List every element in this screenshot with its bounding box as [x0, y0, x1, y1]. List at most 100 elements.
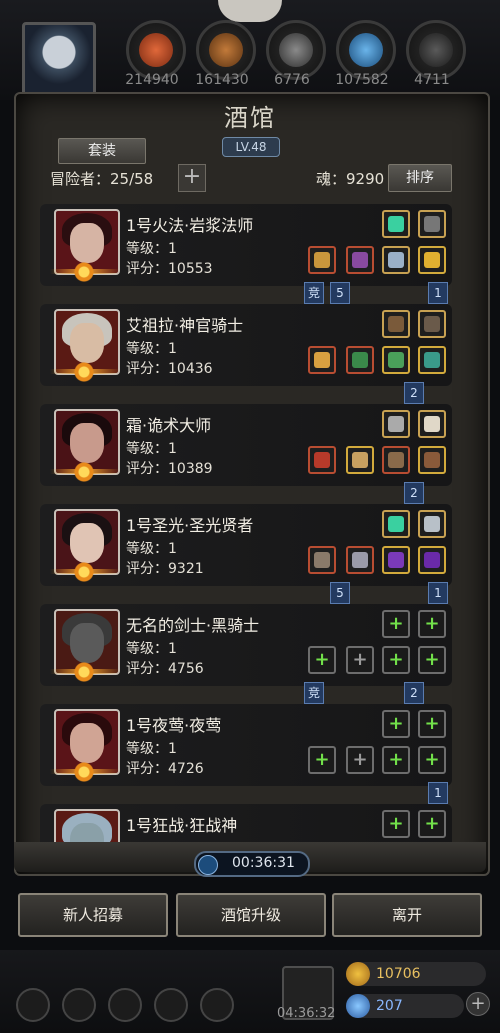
hammer-icon[interactable]: [308, 346, 336, 374]
add-equipment-button[interactable]: +: [418, 810, 446, 838]
add-equipment-button[interactable]: +: [382, 646, 410, 674]
green-armor-icon[interactable]: [346, 346, 374, 374]
green-gauntlet-icon[interactable]: [382, 346, 410, 374]
halberd-icon[interactable]: [308, 546, 336, 574]
locked-slot-icon[interactable]: +: [346, 646, 374, 674]
flame-resource-icon[interactable]: [126, 20, 186, 80]
dagger-icon[interactable]: [382, 246, 410, 274]
rank-star-icon: [72, 762, 96, 782]
hero-score: 评分：4756: [126, 661, 204, 677]
add-adventurer-button[interactable]: +: [178, 164, 206, 192]
hero-name: 无名的剑士·黑骑士: [126, 616, 260, 635]
hero-name: 1号夜莺·夜莺: [126, 716, 222, 735]
hero-card[interactable]: 艾祖拉·神官骑士 等级：1 评分：10436: [40, 304, 452, 386]
hero-card[interactable]: 1号夜莺·夜莺 等级：1 评分：4726 + + + + + +: [40, 704, 452, 786]
flame-resource-value: 214940: [125, 72, 179, 88]
add-equipment-button[interactable]: +: [418, 646, 446, 674]
panel-title: 酒馆: [224, 104, 276, 132]
menu-icon[interactable]: [154, 988, 188, 1022]
blade-icon[interactable]: [418, 510, 446, 538]
sort-button[interactable]: 排序: [388, 164, 452, 192]
leave-button[interactable]: 离开: [332, 893, 482, 937]
spike-amulet-icon[interactable]: [382, 410, 410, 438]
crystal-resource-icon[interactable]: [336, 20, 396, 80]
hero-list[interactable]: 1号火法·岩浆法师 等级：1 评分：10553 竞 5 1 艾祖拉·神官骑士 等…: [40, 204, 458, 844]
wood-resource-value: 161430: [195, 72, 249, 88]
steel-armor-icon[interactable]: [346, 546, 374, 574]
staff-icon[interactable]: [308, 246, 336, 274]
add-equipment-button[interactable]: +: [382, 610, 410, 638]
stone-resource-value: 4711: [414, 72, 450, 88]
set-button[interactable]: 套装: [58, 138, 146, 164]
count-tag: 5: [330, 582, 350, 604]
purple-eye-icon[interactable]: [382, 546, 410, 574]
hero-card[interactable]: 霜·诡术大师 等级：1 评分：10389: [40, 404, 452, 486]
add-equipment-button[interactable]: +: [382, 746, 410, 774]
hero-card[interactable]: 1号火法·岩浆法师 等级：1 评分：10553: [40, 204, 452, 286]
gold-coin-icon: [346, 962, 370, 986]
menu-icon[interactable]: [200, 988, 234, 1022]
skull-armor-icon[interactable]: [418, 210, 446, 238]
jade-ring-icon[interactable]: [382, 210, 410, 238]
bracelet-icon[interactable]: [418, 246, 446, 274]
upgrade-tavern-button[interactable]: 酒馆升级: [176, 893, 326, 937]
chest-timer: 04:36:32: [277, 1006, 336, 1021]
hero-card[interactable]: 无名的剑士·黑骑士 等级：1 评分：4756 + + + + + +: [40, 604, 452, 686]
hero-level: 等级：1: [126, 341, 177, 357]
rank-star-icon: [72, 562, 96, 582]
adventurer-count: 冒险者：25/58: [50, 170, 154, 188]
hero-score: 评分：4726: [126, 761, 204, 777]
timer-text: 00:36:31: [232, 855, 295, 871]
rank-star-icon: [72, 662, 96, 682]
clock-icon: [198, 855, 218, 875]
add-equipment-button[interactable]: +: [382, 710, 410, 738]
hero-level: 等级：1: [126, 641, 177, 657]
gem-amount: 207: [376, 998, 403, 1014]
mask-icon[interactable]: [346, 446, 374, 474]
iron-resource-icon[interactable]: [266, 20, 326, 80]
jade-ring-icon[interactable]: [382, 510, 410, 538]
hero-level: 等级：1: [126, 541, 177, 557]
hero-card[interactable]: 1号圣光·圣光贤者 等级：1 评分：9321: [40, 504, 452, 586]
add-equipment-button[interactable]: +: [418, 610, 446, 638]
hero-score: 评分：9321: [126, 561, 204, 577]
stone-resource-icon[interactable]: [406, 20, 466, 80]
compete-tag: 竞: [304, 282, 324, 304]
add-currency-button[interactable]: +: [466, 992, 490, 1016]
fang-icon[interactable]: [418, 410, 446, 438]
hero-avatar: [54, 809, 120, 844]
gold-display: 10706: [346, 962, 486, 986]
purple-gem-icon[interactable]: [418, 546, 446, 574]
hero-level: 等级：1: [126, 441, 177, 457]
add-equipment-button[interactable]: +: [418, 746, 446, 774]
wood-resource-icon[interactable]: [196, 20, 256, 80]
hero-score: 评分：10389: [126, 461, 213, 477]
add-weapon-button[interactable]: +: [308, 746, 336, 774]
rank-star-icon: [72, 262, 96, 282]
soul-count: 魂：9290: [316, 170, 385, 188]
whip-icon[interactable]: [418, 310, 446, 338]
hero-card[interactable]: 1号狂战·狂战神 + +: [40, 804, 452, 844]
hero-level: 等级：1: [126, 241, 177, 257]
add-equipment-button[interactable]: +: [382, 810, 410, 838]
player-avatar[interactable]: [22, 22, 96, 96]
menu-icon[interactable]: [108, 988, 142, 1022]
locked-slot-icon[interactable]: +: [346, 746, 374, 774]
gem-display: 207: [346, 994, 464, 1018]
demon-mask-icon[interactable]: [418, 446, 446, 474]
bow-icon[interactable]: [382, 310, 410, 338]
add-equipment-button[interactable]: +: [418, 710, 446, 738]
count-tag: 1: [428, 782, 448, 804]
hero-name: 1号狂战·狂战神: [126, 816, 238, 835]
rank-star-icon: [72, 362, 96, 382]
hero-level: 等级：1: [126, 741, 177, 757]
green-boots-icon[interactable]: [418, 346, 446, 374]
robe-icon[interactable]: [346, 246, 374, 274]
orb-icon[interactable]: [382, 446, 410, 474]
add-weapon-button[interactable]: +: [308, 646, 336, 674]
menu-icon[interactable]: [62, 988, 96, 1022]
count-tag: 2: [404, 482, 424, 504]
menu-icon[interactable]: [16, 988, 50, 1022]
spear-icon[interactable]: [308, 446, 336, 474]
recruit-button[interactable]: 新人招募: [18, 893, 168, 937]
